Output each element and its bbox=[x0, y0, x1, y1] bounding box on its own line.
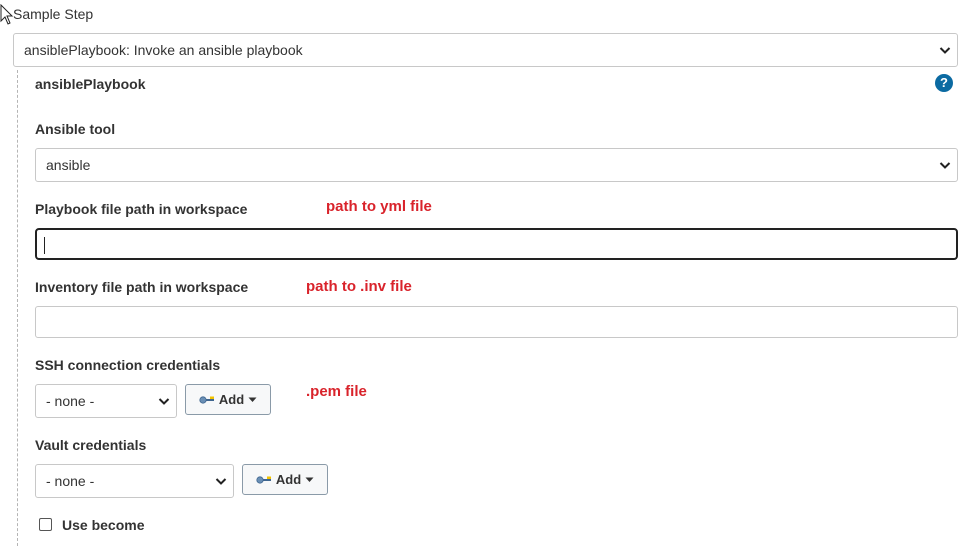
playbook-path-label: Playbook file path in workspace bbox=[35, 201, 248, 217]
chevron-down-icon bbox=[215, 478, 227, 485]
caret-down-icon bbox=[248, 397, 257, 402]
ansible-tool-label: Ansible tool bbox=[35, 121, 116, 137]
playbook-annotation: path to yml file bbox=[326, 198, 432, 215]
ansible-tool-select[interactable]: ansible bbox=[35, 148, 958, 182]
ssh-add-button[interactable]: Add bbox=[185, 384, 271, 415]
section-title: ansiblePlaybook bbox=[35, 76, 146, 92]
section-dashed-border bbox=[17, 70, 18, 546]
vault-add-button[interactable]: Add bbox=[242, 464, 328, 495]
sample-step-select[interactable]: ansiblePlaybook: Invoke an ansible playb… bbox=[13, 33, 958, 67]
sample-step-selected-value: ansiblePlaybook: Invoke an ansible playb… bbox=[24, 42, 303, 58]
vault-credentials-select[interactable]: - none - bbox=[35, 464, 234, 498]
inventory-path-input[interactable] bbox=[35, 306, 958, 338]
sample-step-label: Sample Step bbox=[13, 6, 94, 22]
key-icon bbox=[256, 475, 271, 484]
text-caret bbox=[44, 237, 45, 254]
vault-credentials-label: Vault credentials bbox=[35, 437, 147, 453]
use-become-checkbox[interactable] bbox=[39, 518, 52, 531]
ssh-add-label: Add bbox=[218, 392, 245, 407]
vault-credentials-selected-value: - none - bbox=[46, 473, 95, 489]
chevron-down-icon bbox=[939, 47, 951, 54]
chevron-down-icon bbox=[939, 162, 951, 169]
inventory-annotation: path to .inv file bbox=[306, 278, 412, 295]
ssh-annotation: .pem file bbox=[306, 383, 367, 400]
vault-add-label: Add bbox=[275, 472, 302, 487]
use-become-label: Use become bbox=[62, 517, 145, 533]
inventory-path-label: Inventory file path in workspace bbox=[35, 279, 249, 295]
chevron-down-icon bbox=[158, 398, 170, 405]
ssh-credentials-selected-value: - none - bbox=[46, 393, 95, 409]
ansible-tool-selected-value: ansible bbox=[46, 157, 91, 173]
help-icon[interactable]: ? bbox=[935, 74, 953, 92]
ssh-credentials-label: SSH connection credentials bbox=[35, 357, 221, 373]
playbook-path-input[interactable] bbox=[35, 228, 958, 260]
key-icon bbox=[199, 395, 214, 404]
mouse-cursor-icon bbox=[0, 4, 14, 25]
ssh-credentials-select[interactable]: - none - bbox=[35, 384, 177, 418]
caret-down-icon bbox=[305, 477, 314, 482]
